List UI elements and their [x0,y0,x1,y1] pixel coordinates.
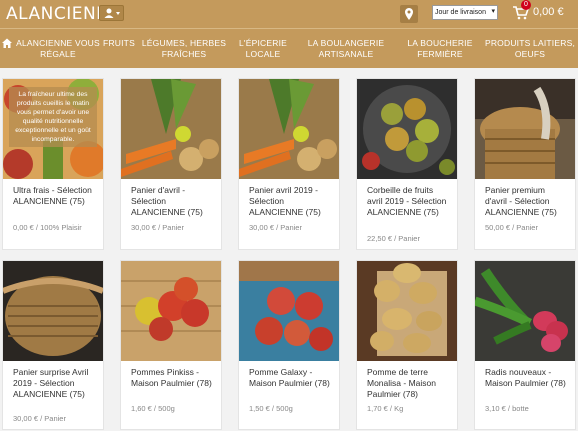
product-card[interactable]: Pomme de terre Monalisa - Maison Paulmie… [356,260,458,430]
user-icon [104,8,120,18]
product-image[interactable] [239,261,339,361]
product-card[interactable]: Panier surprise Avril 2019 - Sélection A… [2,260,104,430]
product-card[interactable]: Panier premium d'avril - Sélection ALANC… [474,78,576,250]
product-image[interactable]: La fraîcheur ultime des produits cueilli… [3,79,103,179]
nav-item-fruits[interactable]: FRUITS [101,38,137,49]
product-card[interactable]: Corbeille de fruits avril 2019 - Sélecti… [356,78,458,250]
location-button[interactable] [400,5,418,23]
product-image[interactable] [357,261,457,361]
product-card[interactable]: Panier d'avril - Sélection ALANCIENNE (7… [120,78,222,250]
nav-item-epicerie[interactable]: L'ÉPICERIE LOCALE [236,38,290,60]
product-card[interactable]: Panier avril 2019 - Sélection ALANCIENNE… [238,78,340,250]
product-overlay-text: La fraîcheur ultime des produits cueilli… [9,87,97,147]
product-price: 30,00 € / Panier [13,414,66,423]
nav-item-boulangerie[interactable]: LA BOULANGERIE ARTISANALE [305,38,387,60]
product-card[interactable]: Radis nouveaux - Maison Paulmier (78) 3,… [474,260,576,430]
product-image[interactable] [475,261,575,361]
product-price: 22,50 € / Panier [367,234,420,243]
product-price: 3,10 € / botte [485,404,529,413]
nav-item-legumes[interactable]: LÉGUMES, HERBES FRAÎCHES [140,38,228,60]
cart-count-badge: 0 [521,0,531,10]
product-image[interactable] [239,79,339,179]
product-card[interactable]: Pomme Galaxy - Maison Paulmier (78) 1,50… [238,260,340,430]
product-image[interactable] [475,79,575,179]
product-title[interactable]: Pommes Pinkiss - Maison Paulmier (78) [131,367,215,389]
top-bar: ALANCIENNE Jour de livraison ▾ 0 0,00 € [0,0,578,28]
product-price: 30,00 € / Panier [249,223,302,232]
product-card[interactable]: La fraîcheur ultime des produits cueilli… [2,78,104,250]
product-title[interactable]: Ultra frais - Sélection ALANCIENNE (75) [13,185,97,207]
product-title[interactable]: Corbeille de fruits avril 2019 - Sélecti… [367,185,451,218]
product-title[interactable]: Pomme Galaxy - Maison Paulmier (78) [249,367,333,389]
product-price: 1,60 € / 500g [131,404,175,413]
product-title[interactable]: Panier avril 2019 - Sélection ALANCIENNE… [249,185,333,218]
product-title[interactable]: Radis nouveaux - Maison Paulmier (78) [485,367,569,389]
account-button[interactable] [99,5,124,21]
product-image[interactable] [121,261,221,361]
product-grid: La fraîcheur ultime des produits cueilli… [0,68,578,431]
product-title[interactable]: Pomme de terre Monalisa - Maison Paulmie… [367,367,451,400]
cart-total[interactable]: 0,00 € [533,6,564,18]
nav-item-boucherie[interactable]: LA BOUCHERIE FERMIÈRE [404,38,476,60]
product-price: 1,50 € / 500g [249,404,293,413]
map-pin-icon [405,8,413,20]
product-title[interactable]: Panier premium d'avril - Sélection ALANC… [485,185,569,218]
delivery-day-select[interactable]: Jour de livraison ▾ [432,5,498,20]
product-price: 1,70 € / Kg [367,404,404,413]
nav-item-alancienne[interactable]: ALANCIENNE VOUS RÉGALE [13,38,103,60]
main-nav: ALANCIENNE VOUS RÉGALE FRUITS LÉGUMES, H… [0,28,578,68]
product-price: 30,00 € / Panier [131,223,184,232]
product-title[interactable]: Panier surprise Avril 2019 - Sélection A… [13,367,97,400]
chevron-down-icon: ▾ [491,8,495,15]
product-price: 50,00 € / Panier [485,223,538,232]
nav-item-produits-laitiers[interactable]: PRODUITS LAITIERS, OEUFS [484,38,576,60]
product-price: 0,00 € / 100% Plaisir [13,223,82,232]
product-image[interactable] [357,79,457,179]
product-image[interactable] [3,261,103,361]
product-image[interactable] [121,79,221,179]
product-title[interactable]: Panier d'avril - Sélection ALANCIENNE (7… [131,185,215,218]
delivery-day-value: Jour de livraison [435,9,486,16]
product-card[interactable]: Pommes Pinkiss - Maison Paulmier (78) 1,… [120,260,222,430]
home-icon[interactable] [2,38,12,48]
